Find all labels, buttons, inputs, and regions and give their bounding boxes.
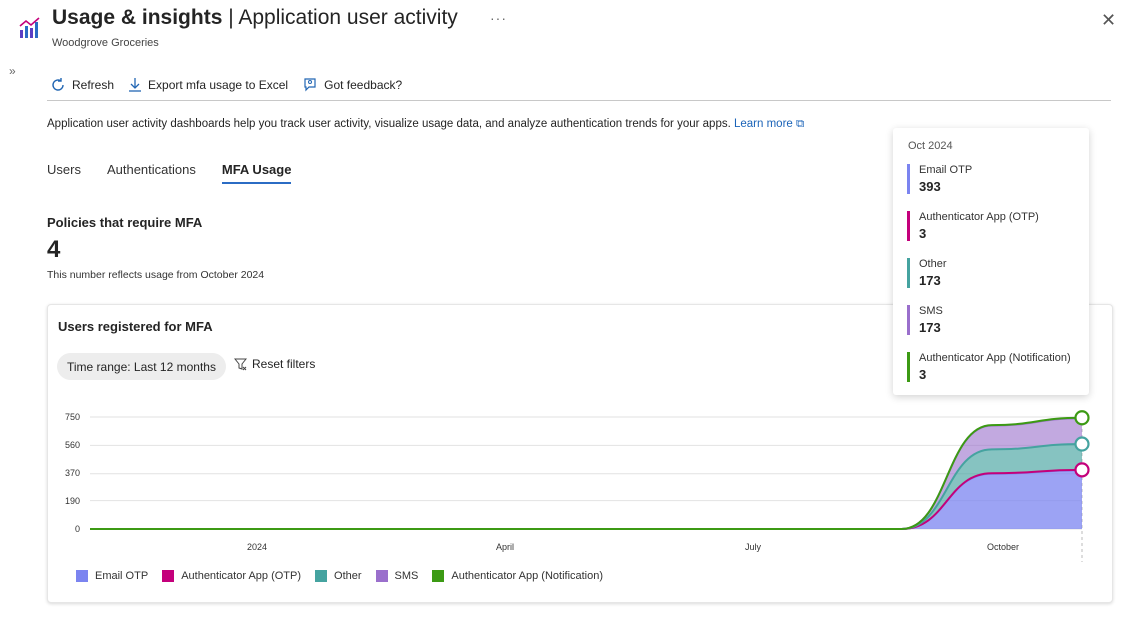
legend-item-email-otp[interactable]: Email OTP bbox=[76, 570, 148, 582]
legend-swatch bbox=[375, 570, 388, 582]
tooltip-row-auth-app-otp: Authenticator App (OTP) 3 bbox=[907, 211, 1089, 241]
legend-label: Other bbox=[334, 570, 362, 582]
tooltip-series-name: Authenticator App (Notification) bbox=[919, 352, 1071, 364]
marker-other bbox=[1074, 436, 1090, 452]
legend-item-auth-app-otp[interactable]: Authenticator App (OTP) bbox=[162, 570, 301, 582]
legend-item-sms[interactable]: SMS bbox=[375, 570, 419, 582]
tooltip-row-email-otp: Email OTP 393 bbox=[907, 164, 1089, 194]
tooltip-row-other: Other 173 bbox=[907, 258, 1089, 288]
marker-auth-app-otp bbox=[1074, 462, 1090, 478]
legend-label: Authenticator App (OTP) bbox=[181, 570, 302, 582]
tooltip-series-value: 3 bbox=[919, 367, 927, 382]
tooltip-series-value: 393 bbox=[919, 179, 941, 194]
legend-item-other[interactable]: Other bbox=[315, 570, 362, 582]
legend-label: Email OTP bbox=[95, 570, 149, 582]
chart-legend: Email OTP Authenticator App (OTP) Other … bbox=[76, 570, 617, 582]
tooltip-series-name: Authenticator App (OTP) bbox=[919, 211, 1039, 223]
tooltip-series-name: Other bbox=[919, 258, 947, 270]
legend-item-auth-app-notification[interactable]: Authenticator App (Notification) bbox=[432, 570, 603, 582]
legend-swatch bbox=[162, 570, 175, 582]
tooltip-row-auth-app-notification: Authenticator App (Notification) 3 bbox=[907, 352, 1089, 382]
tooltip-series-name: Email OTP bbox=[919, 164, 973, 176]
tooltip-title: Oct 2024 bbox=[908, 140, 953, 152]
legend-label: Authenticator App (Notification) bbox=[451, 570, 604, 582]
x-tick-label: 2024 bbox=[246, 542, 268, 552]
legend-swatch bbox=[76, 570, 88, 582]
tooltip-series-name: SMS bbox=[919, 305, 943, 317]
tooltip-series-value: 173 bbox=[919, 320, 941, 335]
x-tick-label: April bbox=[495, 542, 514, 552]
x-tick-label: July bbox=[744, 542, 761, 552]
area-email-otp bbox=[90, 470, 1082, 529]
legend-label: SMS bbox=[394, 570, 419, 582]
legend-swatch bbox=[432, 570, 445, 582]
tooltip-row-sms: SMS 173 bbox=[907, 305, 1089, 335]
legend-swatch bbox=[315, 570, 328, 582]
x-tick-label: October bbox=[986, 542, 1019, 552]
tooltip-series-value: 173 bbox=[919, 273, 941, 288]
marker-auth-app-notification bbox=[1074, 410, 1090, 426]
tooltip-series-value: 3 bbox=[919, 226, 927, 241]
